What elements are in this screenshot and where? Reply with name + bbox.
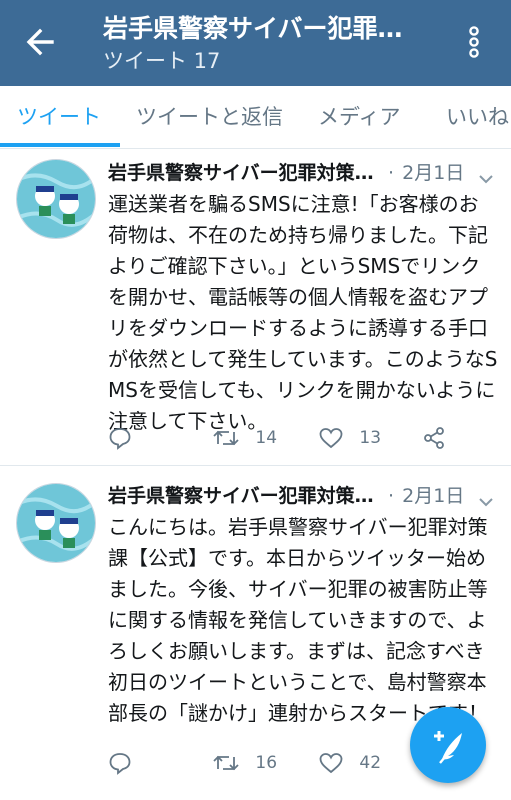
- reply-button[interactable]: [108, 748, 132, 778]
- tweet-menu-button[interactable]: [477, 488, 495, 507]
- tweet-header: 岩手県警察サイバー犯罪対策課【公式】 · 2月1日: [108, 157, 503, 189]
- tweet-date[interactable]: 2月1日: [402, 485, 464, 507]
- author-name[interactable]: 岩手県警察サイバー犯罪対策課【公式】: [108, 480, 380, 512]
- like-count: 13: [359, 428, 382, 448]
- like-count: 42: [359, 753, 382, 773]
- chevron-down-icon: [479, 175, 493, 184]
- reply-button[interactable]: [108, 423, 132, 453]
- heart-icon: [319, 428, 343, 449]
- tweet-text: 運送業者を騙るSMSに注意!「お客様のお荷物は、不在のため持ち帰りました。下記よ…: [108, 192, 498, 433]
- mascot-avatar-image: [17, 160, 95, 238]
- like-button[interactable]: 13: [318, 423, 381, 453]
- tweet-text: こんにちは。岩手県警察サイバー犯罪対策課【公式】です。本日からツイッター始めまし…: [108, 515, 488, 725]
- retweet-count: 16: [255, 753, 278, 773]
- tab-tweets[interactable]: ツイート: [17, 86, 101, 148]
- arrow-left-icon: [26, 28, 54, 56]
- retweet-button[interactable]: 14: [212, 423, 277, 453]
- tweet-date[interactable]: 2月1日: [402, 162, 464, 184]
- author-name[interactable]: 岩手県警察サイバー犯罪対策課【公式】: [108, 157, 380, 189]
- app-bar: 岩手県警察サイバー犯罪対策課【公式】 ツイート 17: [0, 0, 511, 86]
- active-tab-indicator: [0, 143, 120, 147]
- tweet[interactable]: 岩手県警察サイバー犯罪対策課【公式】 · 2月1日 運送業者を騙るSMSに注意!…: [0, 149, 511, 466]
- back-button[interactable]: [22, 22, 58, 62]
- tweet-actions: 14 13: [108, 423, 503, 453]
- more-options-button[interactable]: [462, 22, 486, 62]
- chevron-down-icon: [479, 498, 493, 507]
- reply-icon: [109, 753, 131, 775]
- retweet-icon: [213, 430, 239, 446]
- tab-tweets-and-replies[interactable]: ツイートと返信: [136, 86, 283, 148]
- tab-media[interactable]: メディア: [318, 86, 401, 148]
- mascot-avatar-image: [17, 484, 95, 562]
- tweet-header: 岩手県警察サイバー犯罪対策課【公式】 · 2月1日: [108, 480, 503, 512]
- heart-icon: [319, 753, 343, 774]
- tweet-count: ツイート 17: [103, 49, 221, 73]
- avatar[interactable]: [16, 483, 96, 563]
- share-button[interactable]: [422, 423, 446, 453]
- tweet-menu-button[interactable]: [477, 165, 495, 184]
- reply-icon: [109, 428, 131, 450]
- compose-tweet-button[interactable]: [410, 707, 486, 783]
- profile-title: 岩手県警察サイバー犯罪対策課【公式】: [103, 14, 423, 43]
- retweet-icon: [213, 755, 239, 771]
- retweet-count: 14: [255, 428, 278, 448]
- profile-tabs: ツイート ツイートと返信 メディア いいね: [0, 86, 511, 149]
- more-vert-icon: [469, 26, 479, 58]
- separator-dot: ·: [388, 485, 395, 507]
- avatar[interactable]: [16, 159, 96, 239]
- retweet-button[interactable]: 16: [212, 748, 277, 778]
- separator-dot: ·: [388, 162, 395, 184]
- compose-feather-icon: [434, 731, 462, 764]
- like-button[interactable]: 42: [318, 748, 381, 778]
- tab-likes[interactable]: いいね: [446, 86, 509, 148]
- share-icon: [424, 427, 444, 449]
